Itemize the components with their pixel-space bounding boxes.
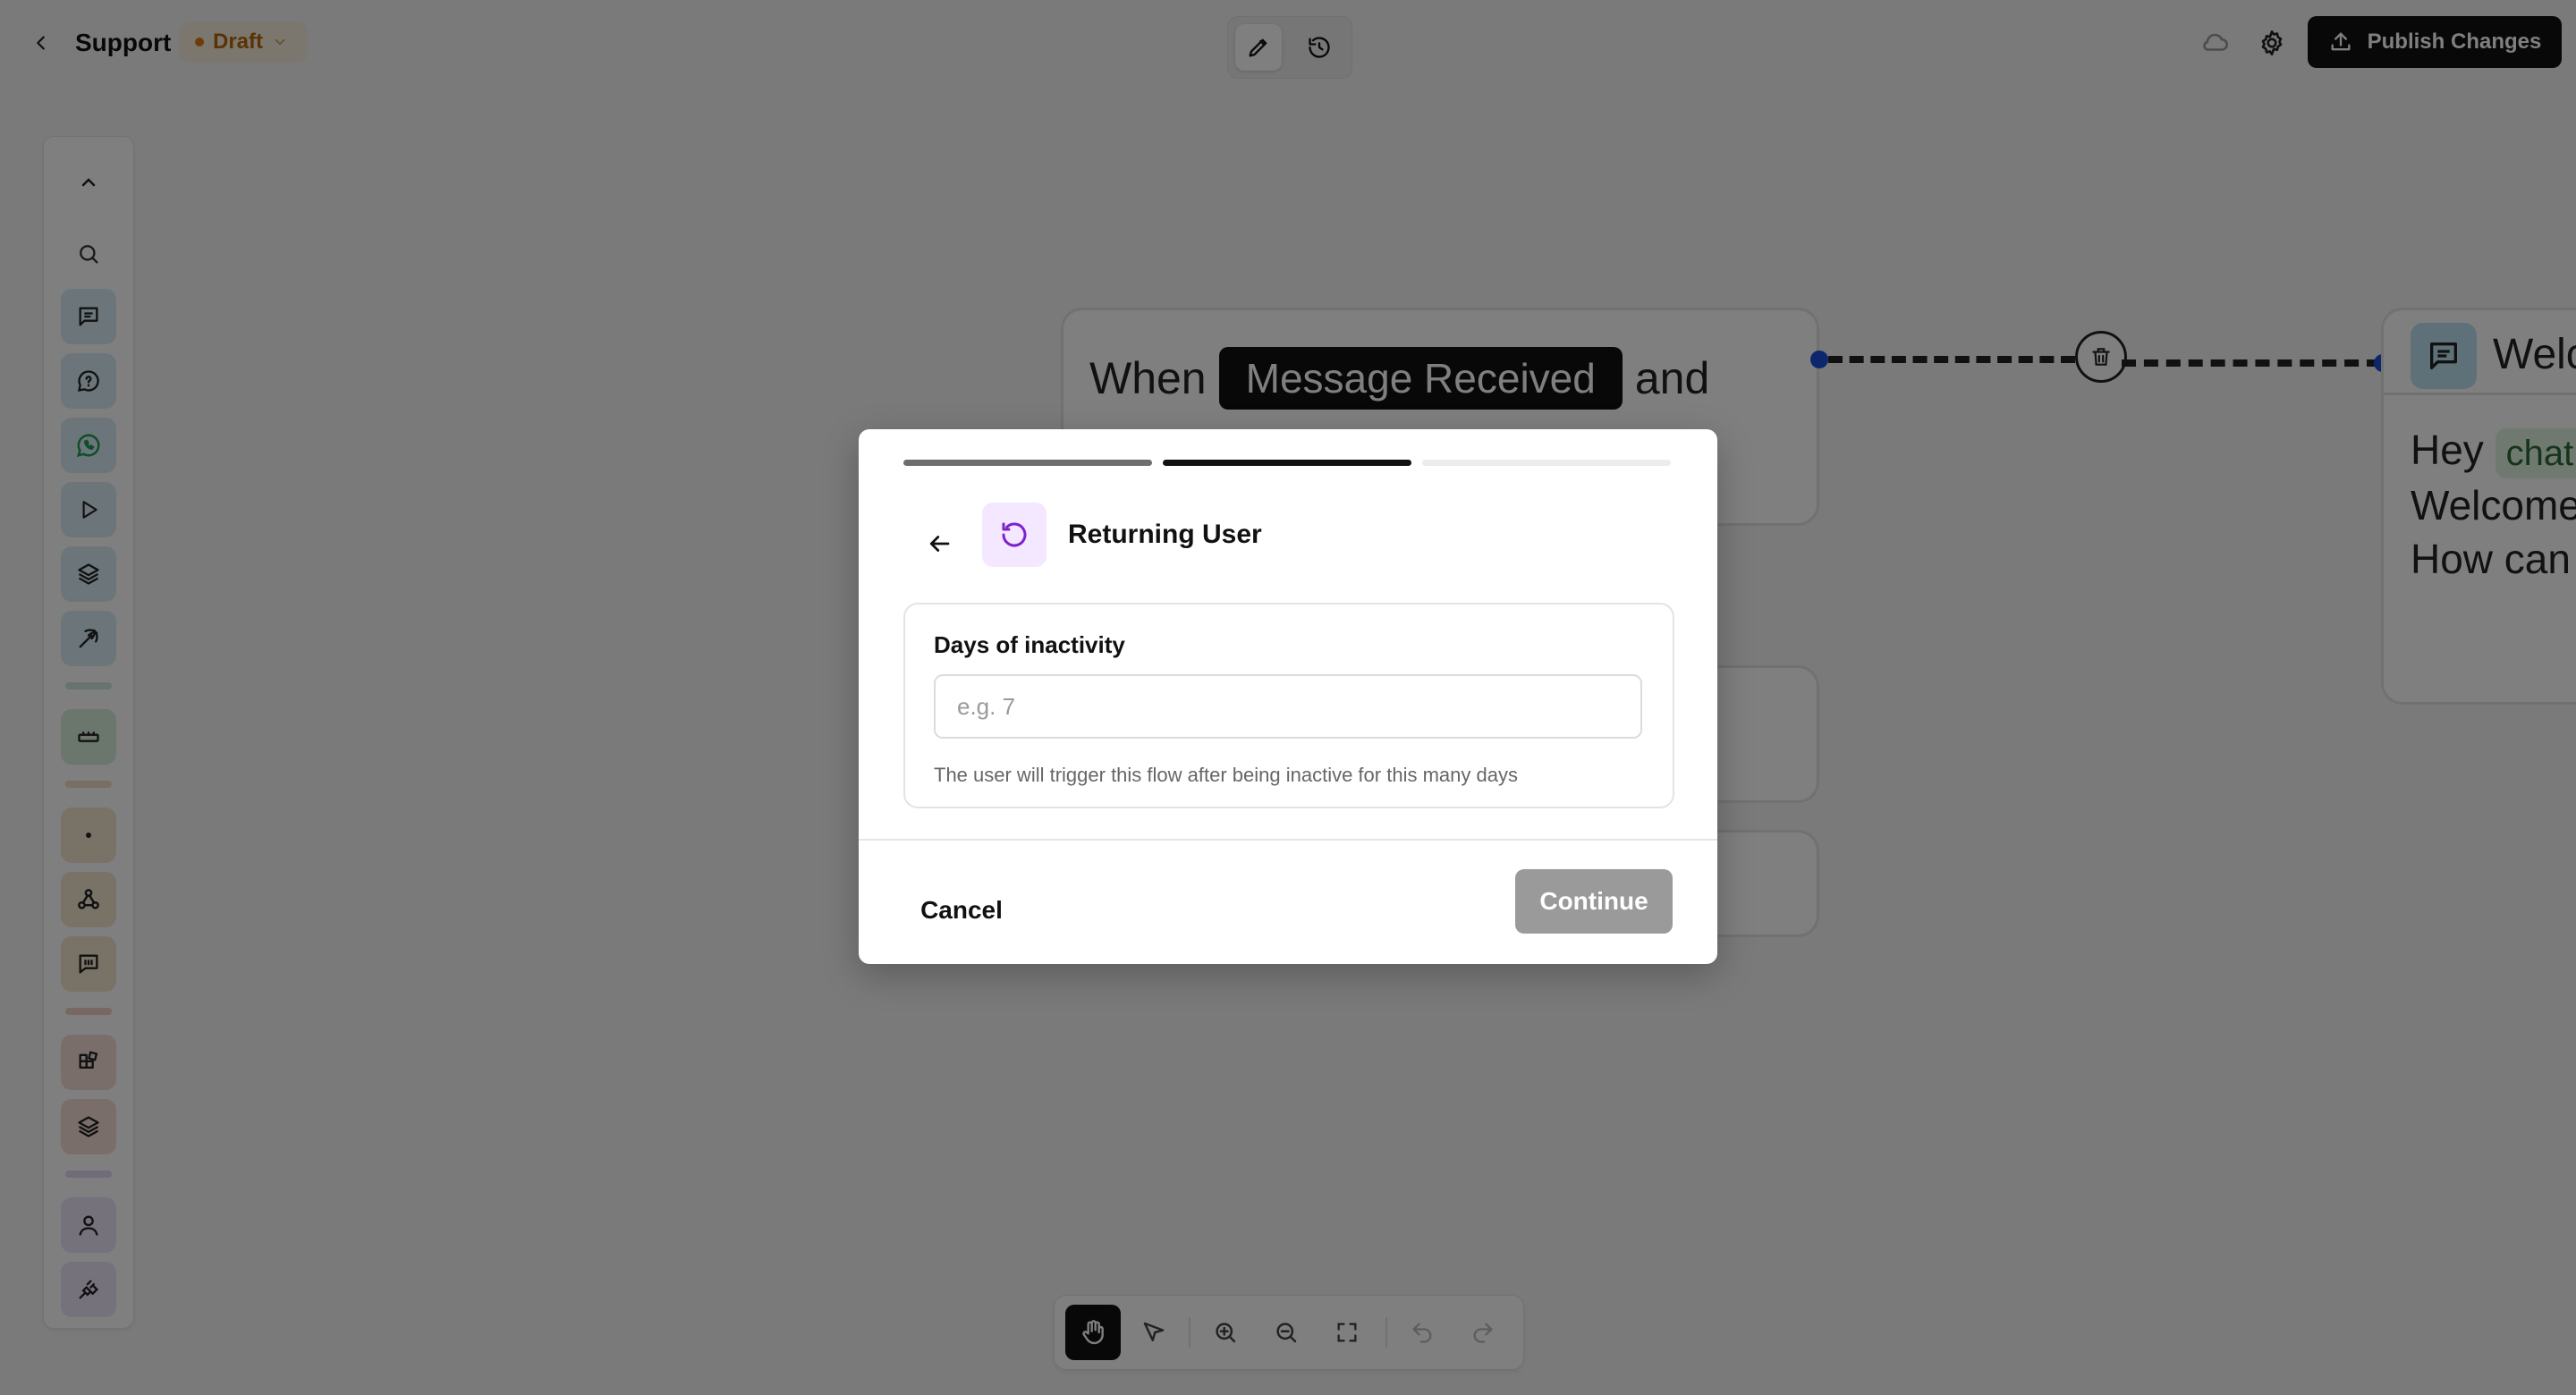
progress-step-complete bbox=[903, 460, 1152, 466]
cancel-button[interactable]: Cancel bbox=[912, 885, 1011, 935]
dialog-title: Returning User bbox=[1068, 520, 1262, 549]
arrow-left-icon bbox=[929, 536, 950, 552]
rotate-ccw-icon bbox=[1002, 522, 1027, 547]
dialog-back-button[interactable] bbox=[912, 517, 966, 571]
progress-step-current bbox=[1163, 460, 1411, 466]
field-label: Days of inactivity bbox=[934, 631, 1125, 658]
field-help-text: The user will trigger this flow after be… bbox=[934, 764, 1518, 786]
days-inactivity-input[interactable] bbox=[934, 674, 1642, 739]
continue-button[interactable]: Continue bbox=[1515, 869, 1673, 934]
progress-step-upcoming bbox=[1422, 460, 1671, 466]
divider bbox=[859, 839, 1717, 841]
returning-user-icon-tile bbox=[982, 503, 1046, 567]
inactivity-field-card: Days of inactivity The user will trigger… bbox=[903, 603, 1674, 808]
returning-user-dialog: Returning User Days of inactivity The us… bbox=[859, 429, 1717, 964]
